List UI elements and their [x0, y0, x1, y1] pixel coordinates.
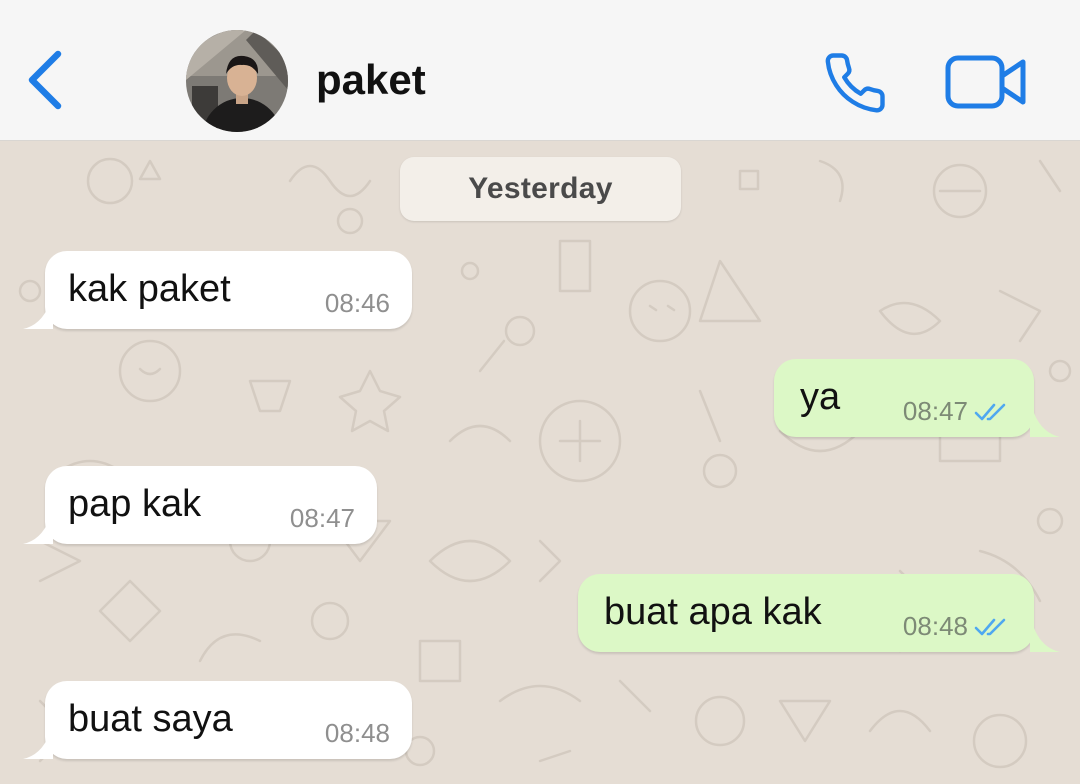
- message-meta: 08:48: [325, 718, 390, 749]
- message-time: 08:47: [902, 396, 968, 426]
- contact-avatar[interactable]: [186, 30, 288, 132]
- message-text: kak paket: [68, 268, 231, 310]
- message-time: 08:46: [324, 288, 390, 318]
- message-bubble-incoming[interactable]: kak paket 08:46: [23, 251, 412, 329]
- bubble-tail: [23, 299, 53, 329]
- message-time: 08:47: [289, 503, 355, 533]
- message-bubble-outgoing[interactable]: ya 08:47: [774, 359, 1060, 437]
- message-meta: 08:46: [325, 288, 390, 319]
- message-text: buat saya: [68, 698, 233, 740]
- video-call-button[interactable]: [944, 54, 1028, 110]
- date-separator: Yesterday: [400, 157, 681, 221]
- contact-name[interactable]: paket: [316, 56, 426, 104]
- message-bubble-incoming[interactable]: pap kak 08:47: [23, 466, 377, 544]
- double-check-read-icon: [974, 618, 1006, 635]
- message-meta: 08:47: [903, 396, 1012, 427]
- avatar-photo: [186, 30, 288, 132]
- bubble-tail: [23, 729, 53, 759]
- bubble-tail: [23, 514, 53, 544]
- message-text: ya: [800, 376, 841, 418]
- bubble-tail: [1030, 622, 1060, 652]
- message-text: buat apa kak: [604, 591, 822, 633]
- message-time: 08:48: [324, 718, 390, 748]
- phone-icon: [825, 53, 885, 113]
- voice-call-button[interactable]: [822, 50, 888, 116]
- message-text: pap kak: [68, 483, 202, 525]
- message-meta: 08:47: [290, 503, 355, 534]
- message-bubble-outgoing[interactable]: buat apa kak 08:48: [578, 574, 1060, 652]
- double-check-read-icon: [974, 403, 1006, 420]
- message-bubble-incoming[interactable]: buat saya 08:48: [23, 681, 412, 759]
- video-camera-icon: [945, 55, 1026, 109]
- chat-header: paket: [0, 0, 1080, 141]
- chat-area[interactable]: Yesterday kak paket 08:46 ya 08:47 pap k…: [0, 141, 1080, 784]
- message-meta: 08:48: [903, 611, 1012, 642]
- chevron-left-icon: [28, 50, 62, 110]
- back-button[interactable]: [22, 48, 70, 112]
- bubble-tail: [1030, 407, 1060, 437]
- message-time: 08:48: [902, 611, 968, 641]
